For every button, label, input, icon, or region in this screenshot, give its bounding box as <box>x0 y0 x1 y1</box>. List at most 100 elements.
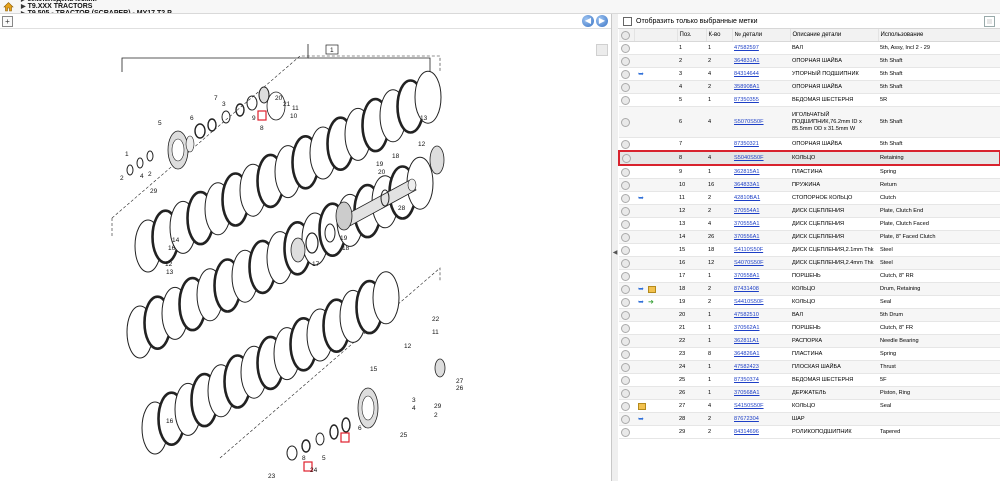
callout-number[interactable]: 5 <box>158 120 162 127</box>
row-select-icon[interactable] <box>621 82 630 92</box>
parts-row[interactable]: 14 26 370556A1 ДИСК СЦЕПЛЕНИЯ Plate, 8" Face… <box>619 230 1000 244</box>
row-select-icon[interactable] <box>621 336 630 346</box>
row-select-cell[interactable] <box>619 54 634 68</box>
callout-number[interactable]: 18 <box>392 153 400 160</box>
row-part-number[interactable]: 87350374 <box>732 373 790 387</box>
row-select-icon[interactable] <box>621 388 630 398</box>
replacement-info-icon[interactable]: ➥ <box>638 416 646 423</box>
callout-number[interactable]: 13 <box>166 269 174 276</box>
parts-row[interactable]: 9 1 362815A1 ПЛАСТИНА Spring <box>619 165 1000 179</box>
callout-number[interactable]: 14 <box>172 237 180 244</box>
row-select-cell[interactable] <box>619 360 634 374</box>
part-number-link[interactable]: 87350374 <box>734 377 759 383</box>
callout-number[interactable]: 19 <box>376 161 384 168</box>
parts-row[interactable]: 27 4 S4150S50F КОЛЬЦО Seal <box>619 399 1000 413</box>
row-select-cell[interactable] <box>619 204 634 218</box>
part-number-link[interactable]: 370554A1 <box>734 208 760 214</box>
row-select-icon[interactable] <box>621 297 630 307</box>
row-part-number[interactable]: 47582423 <box>732 360 790 374</box>
parts-row[interactable]: ➥ 18 2 87431408 КОЛЬЦО Drum, Retaining <box>619 282 1000 296</box>
part-number-link[interactable]: 370558A1 <box>734 273 760 279</box>
parts-row[interactable]: 25 1 87350374 ВЕДОМАЯ ШЕСТЕРНЯ 5F <box>619 373 1000 387</box>
callout-number[interactable]: 28 <box>398 205 406 212</box>
row-part-number[interactable]: 370555A1 <box>732 217 790 231</box>
description-column-header[interactable]: Описание детали <box>790 29 879 42</box>
row-select-cell[interactable] <box>619 178 634 192</box>
row-part-number[interactable]: 47582597 <box>732 41 790 55</box>
row-select-cell[interactable] <box>619 425 634 439</box>
row-select-cell[interactable] <box>619 295 634 309</box>
row-select-icon[interactable] <box>621 310 630 320</box>
callout-number[interactable]: 12 <box>404 343 412 350</box>
parts-row[interactable]: 29 2 84314696 РОЛИКОПОДШИПНИК Tapered <box>619 425 1000 439</box>
part-number-link[interactable]: S4410S50F <box>734 299 764 305</box>
row-select-cell[interactable] <box>619 67 634 81</box>
row-part-number[interactable]: 87431408 <box>732 282 790 296</box>
callout-number[interactable]: 23 <box>268 473 276 480</box>
row-select-icon[interactable] <box>621 271 630 281</box>
previous-page-button[interactable]: ◀ <box>582 15 594 27</box>
part-number-link[interactable]: 47582597 <box>734 45 759 51</box>
callout-number[interactable]: 15 <box>370 366 378 373</box>
callout-number[interactable]: 29 <box>150 188 158 195</box>
row-select-icon[interactable] <box>621 167 630 177</box>
row-select-cell[interactable] <box>619 137 634 152</box>
part-number-link[interactable]: 47582423 <box>734 364 759 370</box>
qty-column-header[interactable]: К-во <box>706 29 733 42</box>
row-part-number[interactable]: S4410S50F <box>732 295 790 309</box>
callout-number[interactable]: 1 <box>125 151 129 158</box>
row-select-icon[interactable] <box>621 193 630 203</box>
part-number-link[interactable]: 358908A1 <box>734 84 760 90</box>
select-column-header[interactable] <box>619 29 635 42</box>
callout-number[interactable]: 11 <box>432 329 439 336</box>
row-select-cell[interactable] <box>619 191 634 205</box>
row-part-number[interactable]: S5070S50F <box>732 106 790 138</box>
callout-number[interactable]: 16 <box>168 245 176 252</box>
parts-row[interactable]: 24 1 47582423 ПЛОСКАЯ ШАЙБА Thrust <box>619 360 1000 374</box>
row-part-number[interactable]: 362811A1 <box>732 334 790 348</box>
callout-number[interactable]: 7 <box>214 95 218 102</box>
callout-number[interactable]: 3 <box>412 397 416 404</box>
callout-number[interactable]: 20 <box>275 95 283 102</box>
callout-number[interactable]: 19 <box>340 235 348 242</box>
row-select-cell[interactable] <box>619 399 634 413</box>
parts-row[interactable]: 2 2 364831A1 ОПОРНАЯ ШАЙБА 5th Shaft <box>619 54 1000 68</box>
row-select-cell[interactable] <box>619 230 634 244</box>
callout-number[interactable]: 20 <box>378 169 386 176</box>
row-select-cell[interactable] <box>619 308 634 322</box>
callout-number[interactable]: 29 <box>434 403 442 410</box>
row-select-icon[interactable] <box>621 258 630 268</box>
row-select-cell[interactable] <box>619 106 634 138</box>
parts-row[interactable]: ➥ ➜ 19 2 S4410S50F КОЛЬЦО Seal <box>619 295 1000 309</box>
part-number-link[interactable]: 370555A1 <box>734 221 760 227</box>
row-part-number[interactable]: S5040S50F <box>732 150 790 166</box>
callout-number[interactable]: 27 <box>456 378 464 385</box>
callout-number[interactable]: 22 <box>432 316 440 323</box>
usage-column-header[interactable]: Использование <box>878 29 1000 42</box>
callout-highlight-right[interactable] <box>340 432 350 443</box>
row-select-icon[interactable] <box>621 219 630 229</box>
row-select-cell[interactable] <box>619 256 634 270</box>
row-select-icon[interactable] <box>621 180 630 190</box>
part-number-link[interactable]: 87431408 <box>734 286 759 292</box>
part-number-link[interactable]: 47582510 <box>734 312 759 318</box>
row-select-icon[interactable] <box>622 153 631 163</box>
callout-number[interactable]: 26 <box>456 385 464 392</box>
parts-row[interactable]: 16 12 S4070S50F ДИСК СЦЕПЛЕНИЯ,2.4mm Thk Ste… <box>619 256 1000 270</box>
callout-highlight-top[interactable] <box>257 110 267 121</box>
part-number-link[interactable]: S4150S50F <box>734 403 764 409</box>
callout-number[interactable]: 4 <box>140 173 144 180</box>
row-part-number[interactable]: 87672304 <box>732 412 790 426</box>
part-number-link[interactable]: 87350321 <box>734 141 759 147</box>
callout-number[interactable]: 2 <box>120 175 124 182</box>
parts-row[interactable]: 15 18 S4110S50F ДИСК СЦЕПЛЕНИЯ,2.1mm Thk Ste… <box>619 243 1000 257</box>
row-select-icon[interactable] <box>621 349 630 359</box>
breadcrumb-item[interactable]: ▶ T9.XXX TRACTORS <box>17 3 178 10</box>
row-select-cell[interactable] <box>618 150 634 166</box>
part-number-link[interactable]: S5070S50F <box>734 119 764 125</box>
row-select-icon[interactable] <box>621 323 630 333</box>
row-select-cell[interactable] <box>619 93 634 107</box>
row-part-number[interactable]: 362815A1 <box>732 165 790 179</box>
callout-number[interactable]: 2 <box>434 412 438 419</box>
part-number-link[interactable]: 364831A1 <box>734 58 760 64</box>
